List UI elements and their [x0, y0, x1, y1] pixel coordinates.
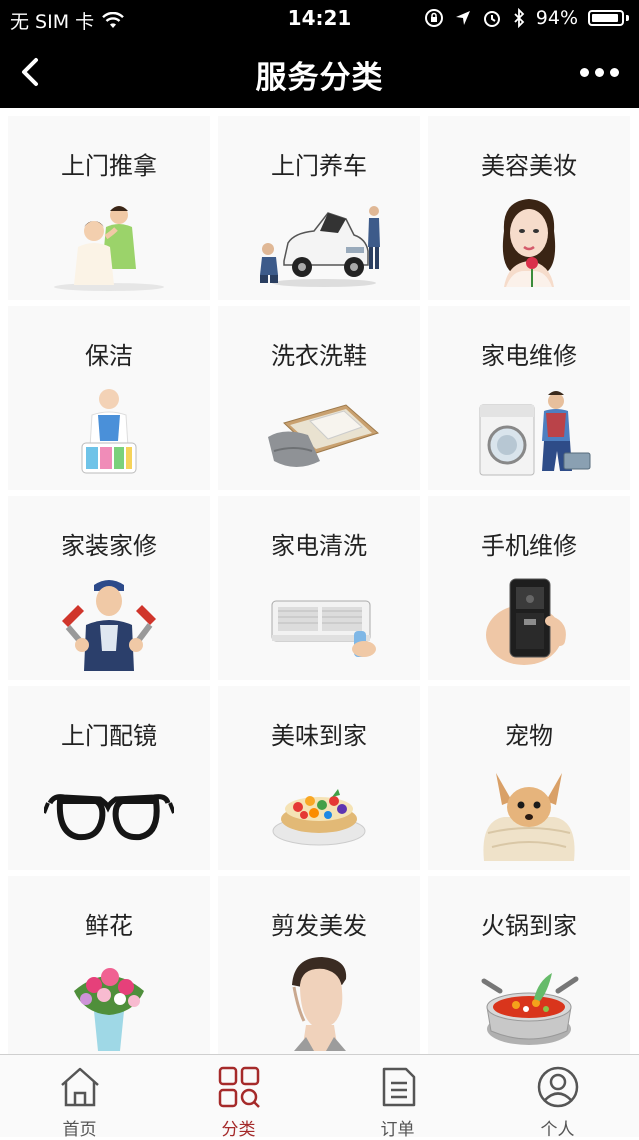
car-maintenance-icon	[260, 206, 380, 287]
category-label: 家装家修	[61, 532, 157, 560]
order-document-icon	[382, 1067, 416, 1107]
status-right: 94%	[424, 7, 629, 29]
location-arrow-icon	[455, 11, 470, 25]
category-beauty-makeup[interactable]: 美容美妆	[428, 116, 630, 300]
category-label: 剪发美发	[271, 912, 367, 940]
home-repair-icon	[62, 580, 156, 671]
tab-label: 订单	[380, 1120, 415, 1140]
category-appliance-repair[interactable]: 家电维修	[428, 306, 630, 490]
category-label: 宠物	[505, 722, 553, 750]
category-appliance-cleaning[interactable]: 家电清洗	[218, 496, 420, 680]
status-bar: 无 SIM 卡 14:21 94%	[0, 0, 639, 36]
category-label: 家电清洗	[271, 532, 367, 560]
category-home-repair[interactable]: 家装家修	[8, 496, 210, 680]
category-cleaning[interactable]: 保洁	[8, 306, 210, 490]
category-pet[interactable]: 宠物	[428, 686, 630, 870]
bluetooth-icon	[514, 8, 525, 28]
category-label: 手机维修	[481, 532, 577, 560]
tab-orders[interactable]: 订单	[318, 1055, 477, 1140]
food-delivery-icon	[272, 789, 366, 846]
category-label: 洗衣洗鞋	[271, 342, 367, 370]
tab-profile[interactable]: 个人	[478, 1055, 637, 1140]
appliance-repair-icon	[479, 391, 591, 476]
more-dot-icon	[609, 67, 619, 77]
category-label: 美味到家	[271, 722, 367, 750]
more-dot-icon	[579, 67, 589, 77]
category-label: 家电维修	[481, 342, 577, 370]
category-hotpot[interactable]: 火锅到家	[428, 876, 630, 1054]
cleaning-icon	[81, 389, 137, 474]
appliance-cleaning-icon	[271, 600, 376, 657]
more-dot-icon	[594, 67, 604, 77]
pet-icon	[483, 773, 575, 861]
category-food-delivery[interactable]: 美味到家	[218, 686, 420, 870]
beauty-makeup-icon	[502, 199, 556, 287]
eyeglasses-icon	[44, 794, 174, 841]
category-label: 美容美妆	[481, 152, 577, 180]
tab-bar: 首页 分类 订单 个人	[0, 1054, 639, 1140]
flowers-icon	[74, 968, 144, 1051]
tab-label: 首页	[62, 1120, 97, 1140]
alarm-icon	[483, 11, 500, 27]
category-eyeglasses[interactable]: 上门配镜	[8, 686, 210, 870]
category-label: 火锅到家	[481, 912, 577, 940]
tab-home[interactable]: 首页	[0, 1055, 159, 1140]
category-label: 上门配镜	[61, 722, 157, 750]
battery-icon	[588, 10, 624, 26]
category-label: 上门养车	[271, 152, 367, 180]
home-icon	[61, 1067, 99, 1107]
massage-icon	[54, 206, 164, 291]
category-car-maintenance[interactable]: 上门养车	[218, 116, 420, 300]
more-button[interactable]	[577, 62, 621, 82]
tab-label: 分类	[221, 1120, 256, 1140]
category-label: 鲜花	[85, 912, 133, 940]
user-profile-icon	[537, 1066, 579, 1108]
haircut-icon	[292, 957, 347, 1051]
tab-category[interactable]: 分类	[159, 1055, 318, 1140]
category-grid: 上门推拿 上门养车 美容美妆 保洁 洗衣洗鞋 家电维修 家装家修 家电清洗 手机…	[0, 108, 639, 1054]
category-label: 上门推拿	[61, 152, 157, 180]
hotpot-icon	[481, 973, 579, 1045]
nav-bar: 服务分类	[0, 36, 639, 108]
category-phone-repair[interactable]: 手机维修	[428, 496, 630, 680]
category-flowers[interactable]: 鲜花	[8, 876, 210, 1054]
laundry-icon	[268, 404, 379, 467]
category-massage[interactable]: 上门推拿	[8, 116, 210, 300]
category-label: 保洁	[85, 342, 133, 370]
page-title: 服务分类	[255, 60, 384, 96]
phone-repair-icon	[486, 578, 566, 665]
category-laundry[interactable]: 洗衣洗鞋	[218, 306, 420, 490]
battery-percent: 94%	[535, 7, 578, 29]
category-haircut[interactable]: 剪发美发	[218, 876, 420, 1054]
tab-label: 个人	[540, 1120, 575, 1140]
category-grid-icon	[218, 1066, 260, 1108]
orientation-lock-icon	[424, 9, 443, 27]
